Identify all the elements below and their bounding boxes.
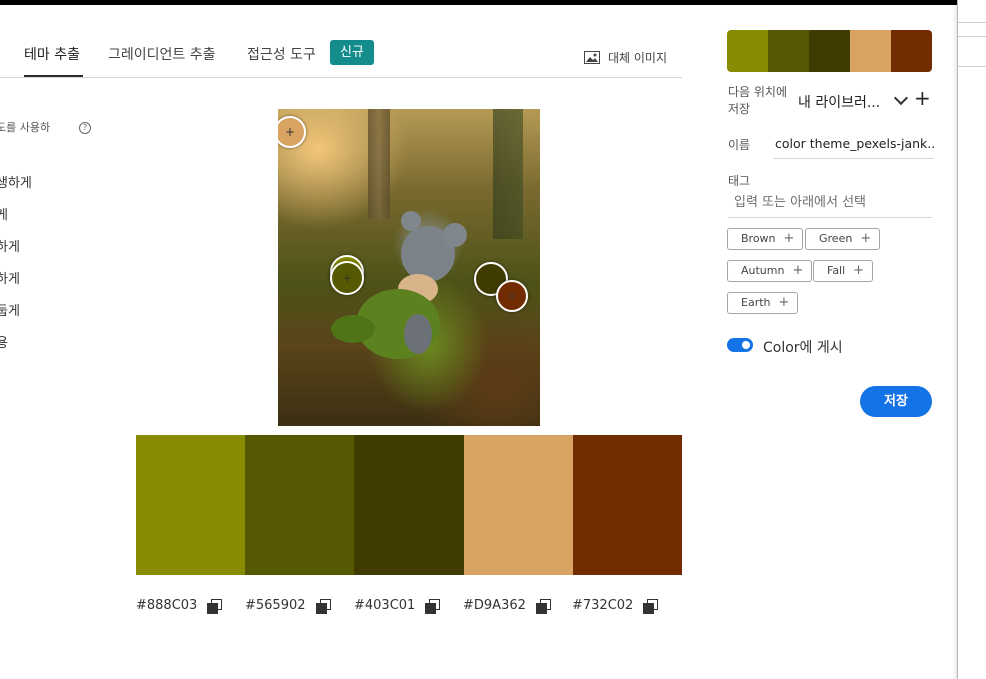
color-picker-handle-5[interactable]: + — [496, 280, 528, 312]
copy-icon[interactable] — [535, 598, 551, 614]
theme-preview-strip — [727, 30, 932, 72]
info-icon[interactable]: ? — [79, 122, 91, 134]
theme-preview-color — [727, 30, 768, 72]
divider — [958, 36, 986, 37]
new-badge: 신규 — [330, 40, 374, 65]
plus-icon: + — [778, 295, 790, 310]
hex-code[interactable]: #732C02 — [572, 598, 633, 613]
hex-code-group: #732C02 — [572, 598, 659, 614]
tab-bar: 테마 추출 그레이디언트 추출 접근성 도구 신규 대체 이미지 — [0, 30, 682, 78]
copy-icon[interactable] — [425, 598, 441, 614]
copy-icon[interactable] — [207, 598, 223, 614]
tag-chip[interactable]: Brown + — [727, 228, 804, 250]
background-window-edge — [957, 0, 986, 679]
tag-chip-label: Fall — [827, 264, 846, 277]
color-swatch[interactable] — [572, 435, 683, 575]
color-swatch[interactable] — [245, 435, 355, 575]
mood-option[interactable]: 둡게 — [0, 300, 20, 319]
tag-chip[interactable]: Earth + — [727, 292, 799, 314]
mood-option[interactable]: 하게 — [0, 236, 20, 255]
publish-toggle[interactable] — [727, 338, 753, 352]
theme-preview-color — [768, 30, 809, 72]
divider — [958, 66, 986, 67]
chevron-down-icon[interactable] — [893, 90, 909, 106]
color-swatch[interactable] — [463, 435, 573, 575]
hex-code-group: #403C01 — [354, 598, 441, 614]
alt-image-label: 대체 이미지 — [608, 51, 668, 65]
tag-chip[interactable]: Green + — [805, 228, 881, 250]
theme-preview-color — [891, 30, 932, 72]
tag-input[interactable]: 입력 또는 아래에서 선택 — [728, 188, 932, 218]
plus-icon: + — [853, 263, 865, 278]
mood-option[interactable]: 생하게 — [0, 172, 32, 191]
tag-chip-label: Brown — [741, 232, 776, 245]
color-swatch[interactable] — [136, 435, 246, 575]
hex-code[interactable]: #888C03 — [136, 598, 197, 613]
tag-chip-label: Green — [819, 232, 853, 245]
save-button[interactable]: 저장 — [860, 386, 932, 417]
mood-option[interactable]: 용 — [0, 332, 8, 351]
mood-hint: 도를 사용하 — [0, 121, 51, 134]
tab-extract-gradient[interactable]: 그레이디언트 추출 — [108, 44, 216, 64]
hex-code[interactable]: #565902 — [245, 598, 306, 613]
tag-label: 태그 — [728, 174, 751, 188]
color-swatch[interactable] — [354, 435, 464, 575]
mood-option[interactable]: 게 — [0, 204, 8, 223]
name-label: 이름 — [728, 138, 751, 152]
hex-code-group: #888C03 — [136, 598, 223, 614]
alt-image-button[interactable]: 대체 이미지 — [584, 49, 667, 66]
tag-chip[interactable]: Fall + — [813, 260, 874, 282]
toggle-knob — [742, 341, 750, 349]
hex-code-group: #565902 — [245, 598, 331, 614]
swatch-row — [136, 435, 683, 575]
plus-icon: + — [792, 263, 804, 278]
plus-icon: + — [860, 231, 872, 246]
tag-chip-label: Earth — [741, 296, 771, 309]
active-tab-indicator — [24, 75, 83, 77]
add-library-button[interactable]: + — [914, 88, 931, 108]
theme-preview-color — [850, 30, 891, 72]
tab-accessibility[interactable]: 접근성 도구 — [247, 44, 316, 64]
mood-option[interactable]: 하게 — [0, 268, 20, 287]
mood-panel: 도를 사용하 ? 생하게 게 하게 하게 둡게 용 — [0, 0, 130, 679]
divider — [958, 22, 986, 23]
color-picker-handle-3[interactable]: + — [330, 261, 364, 295]
theme-name-input[interactable]: color theme_pexels-jank... — [773, 130, 934, 159]
tag-chip-label: Autumn — [741, 264, 785, 277]
save-location-label: 다음 위치에 저장 — [728, 85, 788, 116]
tag-chip[interactable]: Autumn + — [727, 260, 813, 282]
hex-code[interactable]: #403C01 — [354, 598, 415, 613]
image-icon — [584, 51, 600, 64]
hex-code[interactable]: #D9A362 — [463, 598, 526, 613]
tab-extract-theme[interactable]: 테마 추출 — [24, 44, 80, 64]
source-photo[interactable]: + + + + — [278, 109, 540, 426]
hex-code-group: #D9A362 — [463, 598, 551, 614]
theme-preview-color — [809, 30, 850, 72]
plus-icon: + — [783, 231, 795, 246]
copy-icon[interactable] — [315, 598, 331, 614]
window-top-border — [0, 0, 986, 5]
publish-label: Color에 게시 — [763, 340, 843, 356]
library-select[interactable]: 내 라이브러... — [798, 92, 880, 112]
copy-icon[interactable] — [643, 598, 659, 614]
